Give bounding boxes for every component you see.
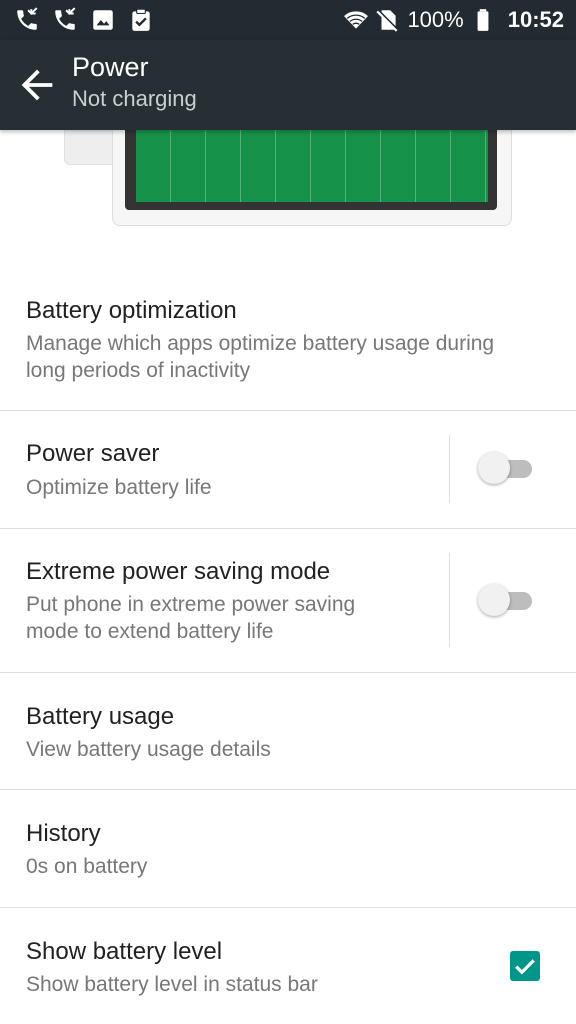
setting-subtitle: 0s on battery [26,855,148,878]
toggle-thumb [478,452,510,484]
setting-subtitle: long periods of inactivity [26,359,251,382]
setting-history[interactable]: History 0s on battery [0,790,576,908]
battery-level-fill [136,130,488,202]
illustration-battery-screen [125,130,497,210]
setting-subtitle: Optimize battery life [26,476,212,499]
show-battery-level-checkbox[interactable] [510,951,540,981]
battery-full-icon [477,9,489,31]
setting-title: Show battery level [26,938,223,965]
vertical-divider [449,553,450,647]
setting-title: Battery optimization [26,297,237,324]
app-bar: Power Not charging [0,40,576,130]
image-icon [93,10,113,30]
no-sim-icon [376,9,399,32]
wifi-icon [344,11,369,29]
setting-title: Power saver [26,440,160,467]
setting-subtitle: View battery usage details [26,738,271,761]
setting-battery-optimization[interactable]: Battery optimization Manage which apps o… [0,283,576,411]
toggle-thumb [478,584,510,616]
setting-extreme-power-saving[interactable]: Extreme power saving mode Put phone in e… [0,529,576,673]
setting-title: Extreme power saving mode [26,558,331,585]
checkmark-icon [515,959,535,975]
setting-title: History [26,820,101,847]
missed-call-icon [55,7,76,30]
charging-status: Not charging [72,86,197,111]
setting-subtitle: Show battery level in status bar [26,973,318,996]
clipboard-check-icon [132,8,150,31]
back-button[interactable] [14,62,60,108]
setting-power-saver[interactable]: Power saver Optimize battery life [0,411,576,529]
clock: 10:52 [507,7,564,32]
status-bar: 100% 10:52 [0,0,576,40]
power-saver-toggle[interactable] [478,451,536,487]
battery-percent: 100% [407,7,464,32]
setting-subtitle: Put phone in extreme power saving [26,593,356,616]
arrow-back-icon [21,69,53,101]
setting-title: Battery usage [26,703,175,730]
missed-call-icon [17,7,38,30]
extreme-power-saving-toggle[interactable] [478,583,536,619]
setting-show-battery-level[interactable]: Show battery level Show battery level in… [0,908,576,1024]
setting-subtitle: Manage which apps optimize battery usage… [26,332,495,355]
page-title: Power [72,52,149,82]
vertical-divider [449,435,450,503]
setting-battery-usage[interactable]: Battery usage View battery usage details [0,673,576,790]
setting-subtitle: mode to extend battery life [26,620,274,643]
battery-illustration [0,130,576,240]
